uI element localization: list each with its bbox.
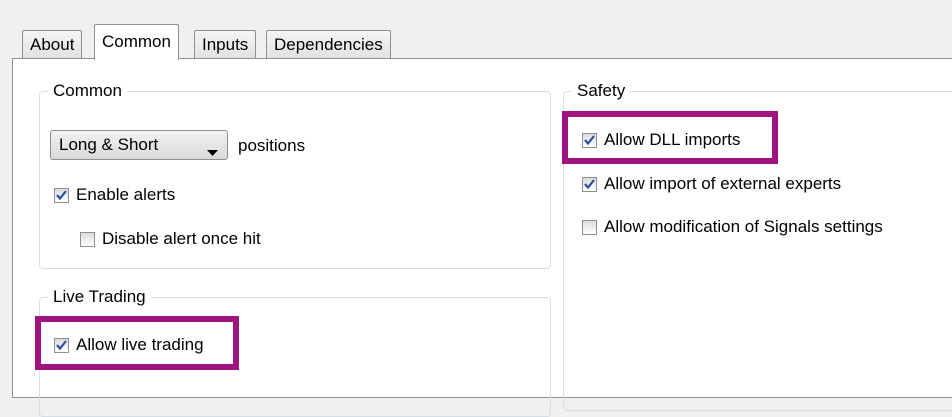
allow-modification-signals-label: Allow modification of Signals settings [604,217,883,236]
tab-dependencies-label: Dependencies [274,35,383,54]
disable-alert-once-hit-label: Disable alert once hit [102,229,261,248]
tab-inputs[interactable]: Inputs [194,30,257,58]
highlight-box-live-trading [35,316,239,370]
safety-group-title: Safety [572,80,631,102]
allow-modification-signals-checkbox[interactable]: Allow modification of Signals settings [582,217,883,237]
allow-import-external-experts-checkbox[interactable]: Allow import of external experts [582,174,841,194]
allow-modification-signals-check-box[interactable] [582,219,597,235]
disable-alert-once-hit-check-box[interactable] [80,231,95,247]
enable-alerts-checkbox[interactable]: Enable alerts [54,185,175,205]
tab-about-label: About [30,35,75,54]
enable-alerts-label: Enable alerts [76,185,176,204]
highlight-box-dll-imports [562,111,778,164]
positions-dropdown-value: Long & Short [59,135,159,154]
tab-strip: About Common Inputs Dependencies [0,0,952,60]
enable-alerts-check-box[interactable] [54,187,69,203]
allow-import-external-experts-check-box[interactable] [582,176,597,192]
tab-about[interactable]: About [22,30,83,58]
tab-inputs-label: Inputs [202,35,249,54]
positions-label: positions [238,136,306,155]
tab-common[interactable]: Common [94,24,179,60]
positions-dropdown[interactable]: Long & Short [50,130,228,160]
tab-common-label: Common [102,32,171,51]
tab-dependencies[interactable]: Dependencies [266,30,391,58]
common-group-title: Common [48,80,127,102]
positions-label-row: positions [238,136,305,156]
allow-import-external-experts-label: Allow import of external experts [604,174,842,193]
common-groupbox: Common Long & Short positions Enable ale… [39,80,551,269]
chevron-down-icon [207,142,218,162]
live-trading-group-title: Live Trading [48,286,151,308]
disable-alert-once-hit-checkbox[interactable]: Disable alert once hit [80,229,261,249]
